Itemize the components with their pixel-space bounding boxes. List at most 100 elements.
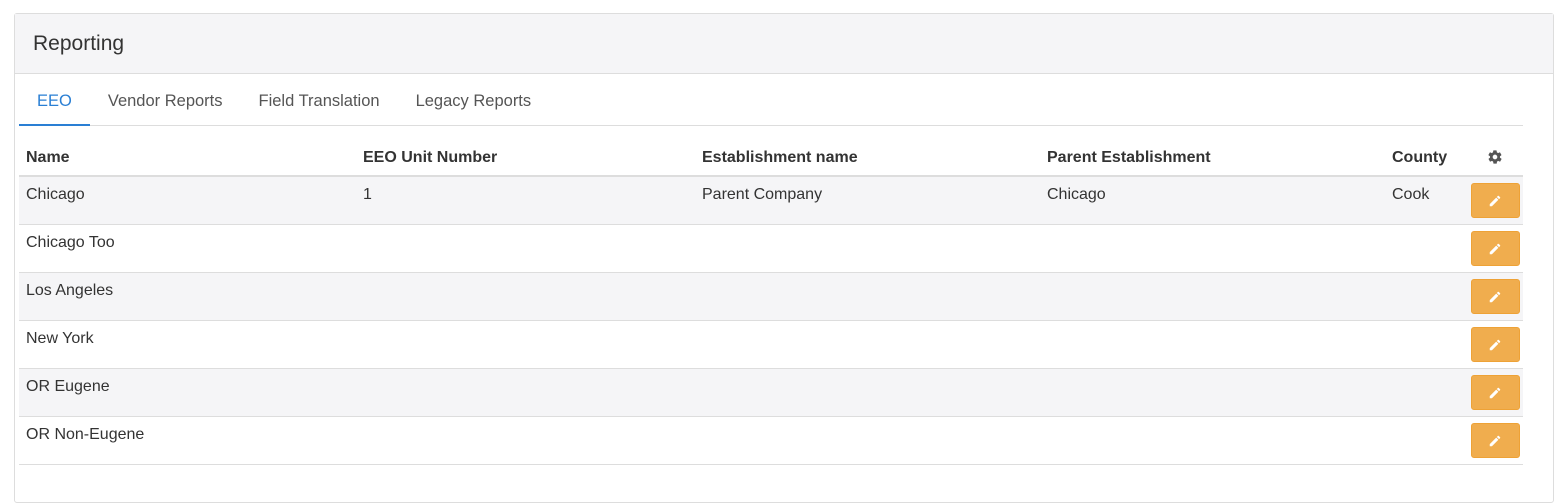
cell-text-parent xyxy=(1047,225,1378,234)
table-cell-county xyxy=(1385,368,1467,417)
cell-text-unit xyxy=(363,417,688,426)
cell-text-unit xyxy=(363,273,688,282)
cell-text-county: Cook xyxy=(1392,186,1430,203)
panel-heading: Reporting xyxy=(15,14,1553,74)
column-header-unit-number[interactable]: EEO Unit Number xyxy=(356,140,695,177)
table-cell-actions xyxy=(1467,416,1523,465)
table-cell-establishment: Parent Company xyxy=(695,176,1040,225)
table-cell-parent xyxy=(1040,224,1385,273)
pencil-icon xyxy=(1489,195,1501,206)
table-cell-unit xyxy=(356,224,695,273)
pencil-icon xyxy=(1489,243,1501,254)
cell-text-establishment xyxy=(702,225,1033,234)
table-cell-parent: Chicago xyxy=(1040,176,1385,225)
edit-button[interactable] xyxy=(1470,327,1520,362)
cell-text-establishment xyxy=(702,369,1033,378)
table-row: OR Non-Eugene xyxy=(19,416,1523,465)
table-cell-actions xyxy=(1467,176,1523,225)
table-row: Chicago Too xyxy=(19,224,1523,273)
tab-field-translation[interactable]: Field Translation xyxy=(241,84,398,126)
table-cell-county xyxy=(1385,416,1467,465)
table-cell-county xyxy=(1385,224,1467,273)
table-cell-establishment xyxy=(695,224,1040,273)
table-cell-establishment xyxy=(695,320,1040,369)
column-header-settings[interactable] xyxy=(1467,140,1523,177)
cell-text-name: Los Angeles xyxy=(26,282,114,299)
edit-button[interactable] xyxy=(1470,231,1520,266)
table-cell-establishment xyxy=(695,272,1040,321)
table-cell-unit: 1 xyxy=(356,176,695,225)
table-cell-county: Cook xyxy=(1385,176,1467,225)
cell-text-establishment xyxy=(702,417,1033,426)
table-cell-unit xyxy=(356,416,695,465)
cell-text-parent xyxy=(1047,369,1378,378)
table-cell-parent xyxy=(1040,272,1385,321)
table-cell-establishment xyxy=(695,416,1040,465)
panel-title: Reporting xyxy=(33,31,125,55)
edit-button[interactable] xyxy=(1470,423,1520,458)
cell-text-parent: Chicago xyxy=(1047,186,1106,203)
cell-text-name: OR Eugene xyxy=(26,378,110,395)
eeo-table: Name EEO Unit Number Establishment name … xyxy=(19,140,1523,465)
table-cell-parent xyxy=(1040,416,1385,465)
column-header-parent-establishment[interactable]: Parent Establishment xyxy=(1040,140,1385,177)
cell-text-unit xyxy=(363,369,688,378)
column-header-name[interactable]: Name xyxy=(19,140,356,177)
table-row: Chicago 1 Parent Company Chicago Cook xyxy=(19,176,1523,225)
gear-icon[interactable] xyxy=(1487,149,1503,165)
cell-text-name: Chicago xyxy=(26,186,85,203)
cell-text-name: Chicago Too xyxy=(26,234,115,251)
table-row: Los Angeles xyxy=(19,272,1523,321)
table-cell-establishment xyxy=(695,368,1040,417)
cell-text-establishment: Parent Company xyxy=(702,186,823,203)
edit-button[interactable] xyxy=(1470,375,1520,410)
table-cell-name: New York xyxy=(19,320,356,369)
cell-text-county xyxy=(1392,273,1460,282)
table-cell-name: Chicago xyxy=(19,176,356,225)
table-row: New York xyxy=(19,320,1523,369)
table-cell-actions xyxy=(1467,368,1523,417)
cell-text-county xyxy=(1392,417,1460,426)
table-cell-county xyxy=(1385,320,1467,369)
tab-legacy-reports[interactable]: Legacy Reports xyxy=(398,84,550,126)
cell-text-county xyxy=(1392,369,1460,378)
pencil-icon xyxy=(1489,435,1501,446)
cell-text-county xyxy=(1392,321,1460,330)
cell-text-parent xyxy=(1047,417,1378,426)
table-cell-unit xyxy=(356,320,695,369)
table-header-row: Name EEO Unit Number Establishment name … xyxy=(19,140,1523,177)
table-cell-parent xyxy=(1040,320,1385,369)
table-cell-name: OR Non-Eugene xyxy=(19,416,356,465)
table-cell-actions xyxy=(1467,224,1523,273)
table-cell-county xyxy=(1385,272,1467,321)
edit-button[interactable] xyxy=(1470,279,1520,314)
cell-text-name: New York xyxy=(26,330,94,347)
cell-text-unit xyxy=(363,225,688,234)
cell-text-unit: 1 xyxy=(363,186,372,203)
cell-text-establishment xyxy=(702,321,1033,330)
cell-text-parent xyxy=(1047,273,1378,282)
table-cell-parent xyxy=(1040,368,1385,417)
pencil-icon xyxy=(1489,339,1501,350)
table-cell-name: Los Angeles xyxy=(19,272,356,321)
table-cell-actions xyxy=(1467,272,1523,321)
table-cell-unit xyxy=(356,368,695,417)
table-body: Chicago 1 Parent Company Chicago Cook Chicago… xyxy=(19,176,1523,465)
table-cell-name: Chicago Too xyxy=(19,224,356,273)
cell-text-unit xyxy=(363,321,688,330)
cell-text-parent xyxy=(1047,321,1378,330)
cell-text-county xyxy=(1392,225,1460,234)
tab-eeo[interactable]: EEO xyxy=(19,84,90,126)
pencil-icon xyxy=(1489,291,1501,302)
table-cell-name: OR Eugene xyxy=(19,368,356,417)
column-header-establishment[interactable]: Establishment name xyxy=(695,140,1040,177)
pencil-icon xyxy=(1489,387,1501,398)
cell-text-establishment xyxy=(702,273,1033,282)
cell-text-name: OR Non-Eugene xyxy=(26,426,145,443)
table-row: OR Eugene xyxy=(19,368,1523,417)
tab-vendor-reports[interactable]: Vendor Reports xyxy=(90,84,241,126)
column-header-county[interactable]: County xyxy=(1385,140,1467,177)
table-cell-unit xyxy=(356,272,695,321)
edit-button[interactable] xyxy=(1470,183,1520,218)
tab-bar: EEO Vendor Reports Field Translation Leg… xyxy=(19,84,1523,126)
